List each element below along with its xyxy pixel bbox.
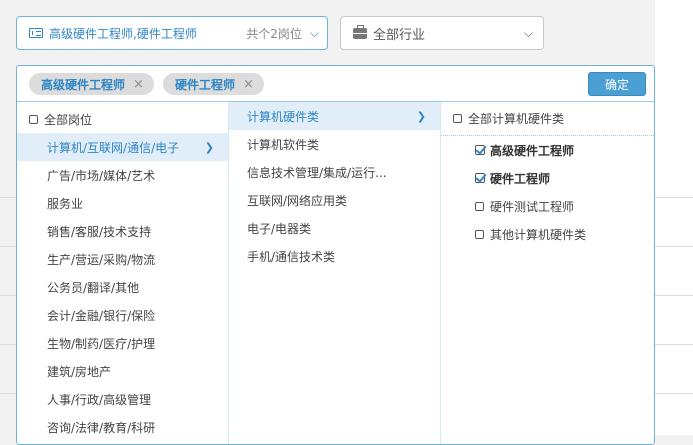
chevron-down-icon: ⌵ (523, 25, 533, 40)
close-icon[interactable]: × (243, 77, 254, 92)
category-label: 人事/行政/高级管理 (47, 392, 152, 407)
category-label: 计算机/互联网/通信/电子 (47, 140, 180, 155)
category-label: 销售/客服/技术支持 (47, 224, 152, 239)
category-item[interactable]: 服务业 (17, 189, 228, 217)
category-label: 咨询/法律/教育/科研 (47, 420, 156, 435)
tag-label: 高级硬件工程师 (41, 77, 126, 92)
position-item[interactable]: 高级硬件工程师 (441, 136, 654, 164)
job-select-count: 共个2岗位 (246, 26, 302, 41)
checkbox-icon (453, 114, 462, 123)
category-column: 全部岗位 计算机/互联网/通信/电子 ❯ 广告/市场/媒体/艺术 服务业 销售/… (17, 102, 229, 444)
checkbox-icon (29, 114, 38, 124)
position-column: 全部计算机硬件类 高级硬件工程师 硬件工程师 硬件测试工程师 其他计算机硬件类 (441, 102, 654, 444)
background-right (655, 0, 693, 435)
tag-label: 硬件工程师 (175, 77, 236, 92)
subcategory-label: 计算机硬件类 (247, 109, 320, 124)
briefcase-icon (353, 24, 367, 39)
position-label: 硬件工程师 (490, 171, 551, 186)
category-item[interactable]: 会计/金融/银行/保险 (17, 301, 228, 329)
job-select[interactable]: 高级硬件工程师,硬件工程师 共个2岗位 ⌵ (16, 16, 328, 50)
chevron-down-icon: ⌵ (309, 25, 319, 40)
category-item[interactable]: 公务员/翻译/其他 (17, 273, 228, 301)
subcategory-item[interactable]: 手机/通信技术类 (229, 242, 440, 270)
category-item[interactable]: 生物/制药/医疗/护理 (17, 329, 228, 357)
job-select-value: 高级硬件工程师,硬件工程师 (49, 26, 197, 41)
category-item[interactable]: 广告/市场/媒体/艺术 (17, 161, 228, 189)
subcategory-label: 手机/通信技术类 (247, 249, 336, 264)
subcategory-item[interactable]: 计算机硬件类 ❯ (229, 102, 440, 130)
category-item[interactable]: 销售/客服/技术支持 (17, 217, 228, 245)
subcategory-item[interactable]: 计算机软件类 (229, 130, 440, 158)
subcategory-item[interactable]: 互联网/网络应用类 (229, 186, 440, 214)
industry-select-value: 全部行业 (373, 27, 426, 43)
subcategory-label: 电子/电器类 (247, 221, 312, 236)
checkbox-checked-icon (475, 173, 485, 183)
checkbox-icon (475, 229, 484, 239)
subcategory-label: 互联网/网络应用类 (247, 193, 348, 208)
checkbox-checked-icon (475, 145, 485, 155)
category-label: 生物/制药/医疗/护理 (47, 336, 156, 351)
close-icon[interactable]: × (133, 77, 144, 92)
job-picker-panel: 高级硬件工程师 × 硬件工程师 × 确定 全部岗位 计算机/互联网/通信/电子 … (16, 65, 655, 445)
all-hardware-label: 全部计算机硬件类 (468, 112, 565, 126)
checkbox-icon (475, 201, 484, 211)
category-item[interactable]: 建筑/房地产 (17, 357, 228, 385)
position-item[interactable]: 其他计算机硬件类 (441, 220, 654, 248)
category-item[interactable]: 人事/行政/高级管理 (17, 385, 228, 413)
category-item[interactable]: 计算机/互联网/通信/电子 ❯ (17, 133, 228, 161)
selected-tag: 高级硬件工程师 × (29, 73, 154, 95)
all-positions-checkbox[interactable]: 全部岗位 (17, 105, 228, 133)
category-label: 会计/金融/银行/保险 (47, 308, 156, 323)
industry-select[interactable]: 全部行业 ⌵ (340, 16, 544, 50)
category-label: 生产/营运/采购/物流 (47, 252, 156, 267)
position-label: 高级硬件工程师 (490, 143, 575, 158)
subcategory-label: 信息技术管理/集成/运行... (247, 165, 387, 180)
category-label: 建筑/房地产 (47, 364, 112, 379)
subcategory-column: 计算机硬件类 ❯ 计算机软件类 信息技术管理/集成/运行... 互联网/网络应用… (229, 102, 441, 444)
subcategory-item[interactable]: 信息技术管理/集成/运行... (229, 158, 440, 186)
category-label: 广告/市场/媒体/艺术 (47, 168, 156, 183)
position-label: 硬件测试工程师 (490, 199, 575, 214)
selected-tag: 硬件工程师 × (163, 73, 264, 95)
document-icon (29, 28, 43, 38)
category-label: 服务业 (47, 196, 84, 211)
category-label: 公务员/翻译/其他 (47, 280, 140, 295)
subcategory-label: 计算机软件类 (247, 137, 320, 152)
category-item[interactable]: 咨询/法律/教育/科研 (17, 413, 228, 441)
all-positions-label: 全部岗位 (44, 112, 93, 127)
position-item[interactable]: 硬件工程师 (441, 164, 654, 192)
category-item[interactable]: 生产/营运/采购/物流 (17, 245, 228, 273)
chevron-right-icon: ❯ (416, 109, 426, 123)
chevron-right-icon: ❯ (204, 140, 214, 154)
selected-tags-bar: 高级硬件工程师 × 硬件工程师 × 确定 (17, 66, 654, 102)
position-item[interactable]: 硬件测试工程师 (441, 192, 654, 220)
subcategory-item[interactable]: 电子/电器类 (229, 214, 440, 242)
position-label: 其他计算机硬件类 (490, 227, 587, 242)
confirm-button[interactable]: 确定 (588, 72, 646, 96)
all-hardware-checkbox[interactable]: 全部计算机硬件类 (441, 102, 654, 136)
